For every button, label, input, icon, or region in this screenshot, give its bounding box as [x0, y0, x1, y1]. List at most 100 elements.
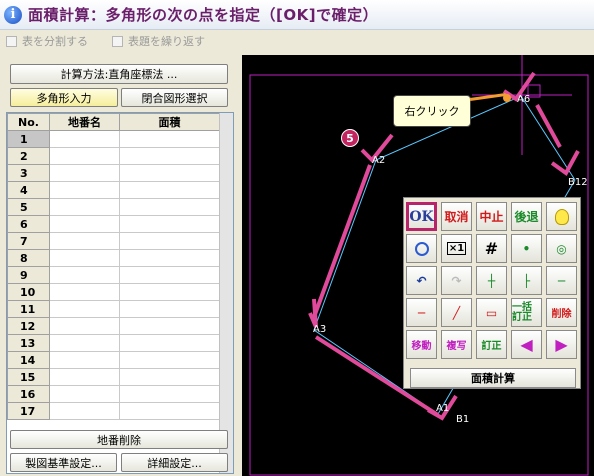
table-row[interactable]: 9	[7, 266, 220, 284]
lot-name-cell[interactable]	[49, 249, 120, 267]
table-row[interactable]: 8	[7, 249, 220, 267]
split-table-option[interactable]: 表を分割する	[6, 33, 88, 49]
calc-method-button[interactable]: 計算方法:直角座標法 ...	[10, 64, 228, 84]
copy-button[interactable]: 複写	[441, 330, 472, 359]
back-button[interactable]: 後退	[511, 202, 542, 231]
ok-button[interactable]: OK	[406, 202, 437, 231]
lot-name-cell[interactable]	[49, 130, 120, 148]
command-palette: OK 取消 中止 後退 ×1 # • ◎ ↶ ↷ ┼ ├ ─ ─ ╱ ▭ 一括訂…	[403, 197, 581, 389]
row-number: 17	[7, 402, 50, 420]
polygon-input-button[interactable]: 多角形入力	[10, 88, 118, 107]
lot-name-cell[interactable]	[49, 402, 120, 420]
col-no: No.	[7, 113, 50, 131]
abort-button[interactable]: 中止	[476, 202, 507, 231]
diagonal-line-icon[interactable]: ╱	[441, 298, 472, 327]
zoom-fit-icon[interactable]: ×1	[441, 234, 472, 263]
point-label-a2: A2	[372, 155, 386, 166]
repeat-title-option[interactable]: 表題を繰り返す	[112, 33, 205, 49]
row-number: 11	[7, 300, 50, 318]
table-row[interactable]: 16	[7, 385, 220, 403]
split-table-checkbox[interactable]	[6, 35, 17, 47]
table-row[interactable]: 7	[7, 232, 220, 250]
lot-name-cell[interactable]	[49, 164, 120, 182]
row-number: 4	[7, 181, 50, 199]
circle-point-icon[interactable]: ◎	[546, 234, 577, 263]
row-number: 2	[7, 147, 50, 165]
table-row[interactable]: 14	[7, 351, 220, 369]
grid-icon[interactable]: #	[476, 234, 507, 263]
lot-name-cell[interactable]	[49, 181, 120, 199]
table-row[interactable]: 5	[7, 198, 220, 216]
table-row[interactable]: 1	[7, 130, 220, 148]
area-cell	[119, 164, 220, 182]
point-label-a6: A6	[517, 94, 531, 105]
table-row[interactable]: 4	[7, 181, 220, 199]
detail-settings-button[interactable]: 詳細設定...	[121, 453, 228, 472]
line-end-icon[interactable]: ─	[546, 266, 577, 295]
row-number: 13	[7, 334, 50, 352]
bulk-correct-button[interactable]: 一括訂正	[511, 298, 542, 327]
area-cell	[119, 198, 220, 216]
line-point-icon[interactable]: ├	[511, 266, 542, 295]
repeat-title-checkbox[interactable]	[112, 35, 123, 47]
step-badge: 5	[341, 129, 359, 147]
cross-point-icon[interactable]: ┼	[476, 266, 507, 295]
delete-button[interactable]: 削除	[546, 298, 577, 327]
lot-name-cell[interactable]	[49, 351, 120, 369]
table-row[interactable]: 10	[7, 283, 220, 301]
row-number: 16	[7, 385, 50, 403]
prev-icon[interactable]: ◀	[511, 330, 542, 359]
lot-name-cell[interactable]	[49, 266, 120, 284]
area-cell	[119, 215, 220, 233]
lot-name-cell[interactable]	[49, 283, 120, 301]
area-cell	[119, 266, 220, 284]
row-number: 12	[7, 317, 50, 335]
table-row[interactable]: 12	[7, 317, 220, 335]
lot-name-cell[interactable]	[49, 147, 120, 165]
closed-shape-select-button[interactable]: 閉合図形選択	[121, 88, 228, 107]
undo-icon[interactable]: ↶	[406, 266, 437, 295]
area-cell	[119, 368, 220, 386]
lot-name-cell[interactable]	[49, 368, 120, 386]
move-button[interactable]: 移動	[406, 330, 437, 359]
area-cell	[119, 300, 220, 318]
base-settings-button[interactable]: 製図基準設定...	[10, 453, 117, 472]
tooltip-pointer-dot	[503, 94, 511, 102]
delete-lot-button[interactable]: 地番削除	[10, 430, 228, 449]
repeat-title-label: 表題を繰り返す	[128, 35, 205, 48]
table-row[interactable]: 6	[7, 215, 220, 233]
table-row[interactable]: 11	[7, 300, 220, 318]
lot-name-cell[interactable]	[49, 198, 120, 216]
area-calc-button[interactable]: 面積計算	[410, 368, 576, 388]
lot-name-cell[interactable]	[49, 232, 120, 250]
lot-name-cell[interactable]	[49, 385, 120, 403]
row-number: 15	[7, 368, 50, 386]
lot-name-cell[interactable]	[49, 215, 120, 233]
area-cell	[119, 130, 220, 148]
lot-name-cell[interactable]	[49, 300, 120, 318]
table-row[interactable]: 15	[7, 368, 220, 386]
area-cell	[119, 317, 220, 335]
hint-bulb-icon[interactable]	[546, 202, 577, 231]
correct-button[interactable]: 訂正	[476, 330, 507, 359]
table-row[interactable]: 3	[7, 164, 220, 182]
lot-name-cell[interactable]	[49, 334, 120, 352]
table-row[interactable]: 17	[7, 402, 220, 420]
row-number: 1	[7, 130, 50, 148]
point-icon[interactable]: •	[511, 234, 542, 263]
area-cell	[119, 249, 220, 267]
lot-name-cell[interactable]	[49, 317, 120, 335]
cancel-button[interactable]: 取消	[441, 202, 472, 231]
area-cell	[119, 147, 220, 165]
arrow-a2-a3	[312, 164, 372, 318]
col-lot-name: 地番名	[49, 113, 120, 131]
table-row[interactable]: 13	[7, 334, 220, 352]
table-scrollbar[interactable]	[219, 113, 233, 473]
left-panel: 計算方法:直角座標法 ... 多角形入力 閉合図形選択 No. 地番名 面積 1…	[0, 55, 240, 476]
zoom-icon[interactable]	[406, 234, 437, 263]
next-icon[interactable]: ▶	[546, 330, 577, 359]
table-row[interactable]: 2	[7, 147, 220, 165]
window-title: 面積計算：多角形の次の点を指定（[OK]で確定）	[28, 6, 379, 24]
line-segment-icon[interactable]: ─	[406, 298, 437, 327]
rectangle-icon[interactable]: ▭	[476, 298, 507, 327]
